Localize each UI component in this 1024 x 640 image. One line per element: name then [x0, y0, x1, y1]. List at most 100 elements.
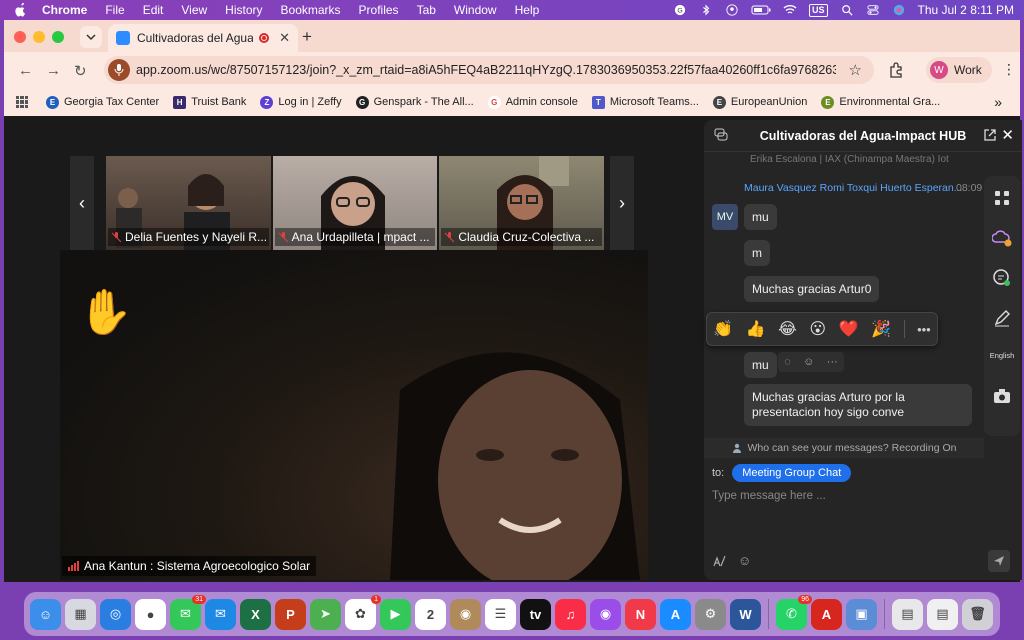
gallery-next-button[interactable]: ›: [610, 156, 634, 250]
dock-reminders-icon[interactable]: ☰: [485, 598, 516, 630]
participant-tile[interactable]: Delia Fuentes y Nayeli R...: [106, 156, 271, 250]
dock-facetime-icon[interactable]: ▶: [380, 598, 411, 630]
site-microphone-icon[interactable]: [108, 59, 130, 81]
participant-tile[interactable]: Claudia Cruz-Colectiva ...: [439, 156, 605, 250]
reaction-laugh-icon[interactable]: 😂: [778, 319, 797, 339]
dock-maps-icon[interactable]: ➤: [310, 598, 341, 630]
camera-snapshot-icon[interactable]: [992, 386, 1012, 406]
close-tab-icon[interactable]: ✕: [279, 30, 290, 46]
dock-downloads-stack-icon[interactable]: ▤: [892, 598, 923, 630]
ai-companion-icon[interactable]: [992, 268, 1012, 288]
dock-powerpoint-icon[interactable]: P: [275, 598, 306, 630]
reaction-thumbs-up-icon[interactable]: 👍: [746, 319, 766, 339]
apple-menu-icon[interactable]: [14, 3, 28, 17]
bookmark-item[interactable]: E Environmental Gra...: [821, 95, 940, 109]
menu-tab[interactable]: Tab: [417, 3, 436, 17]
siri-icon[interactable]: [892, 4, 906, 16]
wifi-icon[interactable]: [783, 4, 797, 16]
dock-preview-icon[interactable]: ▣: [846, 598, 877, 630]
bookmark-item[interactable]: G Genspark - The All...: [355, 95, 474, 109]
bookmark-item[interactable]: H Truist Bank: [173, 95, 246, 109]
menu-history[interactable]: History: [225, 3, 262, 17]
chat-message-input[interactable]: Type message here ...: [712, 490, 826, 502]
dock-calendar-icon[interactable]: 2: [415, 598, 446, 630]
address-bar[interactable]: app.zoom.us/wc/87507157123/join?_x_zm_rt…: [104, 56, 874, 84]
bookmark-item[interactable]: E EuropeanUnion: [712, 95, 807, 109]
emoji-icon[interactable]: ☺: [738, 553, 751, 568]
active-speaker-video[interactable]: ✋ Ana Kantun : Sistema Agroecologico Sol…: [60, 250, 648, 580]
dock-music-icon[interactable]: ♫: [555, 598, 586, 630]
dock-trash-icon[interactable]: 🗑: [962, 598, 993, 630]
close-chat-icon[interactable]: ✕: [1001, 126, 1014, 144]
tab-search-button[interactable]: [80, 26, 102, 48]
minimize-window-button[interactable]: [33, 31, 45, 43]
menubar-clock[interactable]: Thu Jul 2 8:11 PM: [918, 3, 1015, 17]
bluetooth-icon[interactable]: [699, 4, 713, 16]
gallery-prev-button[interactable]: ‹: [70, 156, 94, 250]
dock-acrobat-icon[interactable]: A: [811, 598, 842, 630]
reaction-party-icon[interactable]: 🎉: [871, 319, 891, 339]
control-center-icon[interactable]: [866, 4, 880, 16]
dock-safari-icon[interactable]: ◎: [100, 598, 131, 630]
menu-window[interactable]: Window: [454, 3, 497, 17]
menu-help[interactable]: Help: [515, 3, 540, 17]
menu-edit[interactable]: Edit: [143, 3, 164, 17]
format-text-icon[interactable]: [712, 554, 726, 568]
whiteboard-cloud-icon[interactable]: [992, 228, 1012, 248]
zoom-window-button[interactable]: [52, 31, 64, 43]
profile-button[interactable]: W Work: [926, 57, 992, 83]
add-reaction-icon[interactable]: ☺: [803, 356, 814, 368]
dock-news-icon[interactable]: N: [625, 598, 656, 630]
bookmark-item[interactable]: T Microsoft Teams...: [591, 95, 699, 109]
send-button[interactable]: [988, 550, 1010, 572]
forward-arrow-icon[interactable]: →: [46, 62, 61, 79]
chrome-menu-kebab-icon[interactable]: ⋮: [1002, 61, 1016, 78]
dock-chrome-icon[interactable]: ●: [135, 598, 166, 630]
bookmark-item[interactable]: E Georgia Tax Center: [46, 95, 159, 109]
menu-view[interactable]: View: [181, 3, 207, 17]
message-visibility-notice[interactable]: Who can see your messages? Recording On: [704, 438, 984, 458]
dock-whatsapp-icon[interactable]: ✆ 96: [776, 594, 812, 630]
spotlight-search-icon[interactable]: [840, 4, 854, 16]
apps-grid-icon[interactable]: [16, 96, 28, 108]
message-sender[interactable]: Maura Vasquez Romi Toxqui Huerto Esperan…: [744, 182, 974, 194]
chat-popout-bubble-icon[interactable]: [714, 128, 728, 142]
dock-excel-icon[interactable]: X: [240, 598, 271, 630]
dock-system-settings-icon[interactable]: ⚙: [695, 598, 726, 630]
menu-app-name[interactable]: Chrome: [42, 3, 87, 17]
user-switch-icon[interactable]: [725, 4, 739, 16]
dock-messages-icon[interactable]: ✉ 31: [170, 594, 206, 630]
new-tab-button[interactable]: +: [302, 27, 312, 47]
chat-message[interactable]: Muchas gracias Artur0: [744, 276, 880, 302]
dock-documents-stack-icon[interactable]: ▤: [927, 598, 958, 630]
chat-message[interactable]: Muchas gracias Arturo por la presentacio…: [744, 384, 972, 426]
apps-grid-icon[interactable]: [992, 188, 1012, 208]
chat-message[interactable]: m: [744, 240, 770, 266]
sender-avatar[interactable]: MV: [712, 204, 738, 230]
menu-file[interactable]: File: [105, 3, 124, 17]
bookmark-star-icon[interactable]: ☆: [849, 61, 862, 79]
reaction-clap-icon[interactable]: 👏: [713, 319, 733, 339]
message-more-icon[interactable]: ···: [827, 356, 838, 368]
dock-contacts-icon[interactable]: ◉: [450, 598, 481, 630]
bookmark-item[interactable]: G Admin console: [487, 95, 578, 109]
dock-app-store-icon[interactable]: A: [660, 598, 691, 630]
url-text[interactable]: app.zoom.us/wc/87507157123/join?_x_zm_rt…: [136, 63, 836, 77]
close-window-button[interactable]: [14, 31, 26, 43]
participant-tile[interactable]: Ana Urdapilleta | mpact ...: [272, 156, 438, 250]
grammarly-icon[interactable]: G: [673, 4, 687, 16]
dock-photos-icon[interactable]: ✿ 1: [345, 594, 381, 630]
open-in-new-window-icon[interactable]: [984, 129, 996, 141]
back-arrow-icon[interactable]: ←: [18, 62, 33, 79]
captions-language-label[interactable]: English: [984, 351, 1020, 360]
bookmark-item[interactable]: Z Log in | Zeffy: [260, 95, 342, 109]
chat-message[interactable]: mu: [744, 204, 777, 230]
reaction-heart-icon[interactable]: ❤️: [839, 319, 859, 339]
menu-bookmarks[interactable]: Bookmarks: [281, 3, 341, 17]
annotate-pen-icon[interactable]: [992, 308, 1012, 328]
recipient-selector[interactable]: Meeting Group Chat: [732, 464, 852, 482]
more-options-icon[interactable]: •••: [917, 322, 931, 337]
dock-launchpad-icon[interactable]: ▦: [65, 598, 96, 630]
chat-message[interactable]: mu: [744, 352, 777, 378]
input-source-badge[interactable]: US: [808, 3, 828, 17]
